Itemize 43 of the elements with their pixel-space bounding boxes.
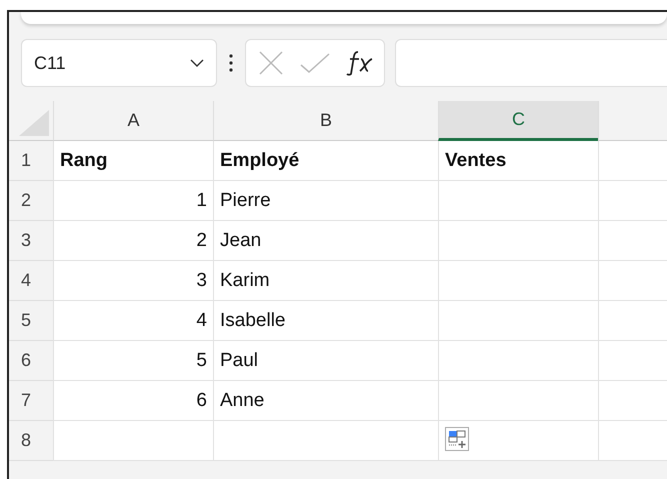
table-cell: 6: [53, 381, 213, 421]
row-header[interactable]: 7: [9, 381, 53, 421]
row-header[interactable]: 8: [9, 421, 53, 461]
check-icon[interactable]: [300, 53, 330, 73]
table-cell: Karim: [213, 261, 438, 301]
row-header[interactable]: 2: [9, 181, 53, 221]
table-cell: Employé: [213, 141, 438, 181]
column-header[interactable]: [598, 101, 667, 141]
row-header[interactable]: 1: [9, 141, 53, 181]
table-cell: 1: [53, 181, 213, 221]
formula-field[interactable]: [395, 39, 667, 87]
table-cell: Paul: [213, 341, 438, 381]
quick-analysis-icon[interactable]: [445, 427, 469, 451]
table-cell: Jean: [213, 221, 438, 261]
function-icon[interactable]: [346, 50, 374, 76]
column-header[interactable]: B: [213, 101, 438, 141]
table-cell: Anne: [213, 381, 438, 421]
row-header[interactable]: 6: [9, 341, 53, 381]
table-cell: [598, 381, 667, 421]
table-cell: Ventes: [438, 141, 598, 181]
more-options-icon[interactable]: [229, 54, 233, 72]
column-header[interactable]: A: [53, 101, 213, 141]
table-cell: 3: [53, 261, 213, 301]
table-cell: [598, 221, 667, 261]
cancel-icon[interactable]: [258, 50, 284, 76]
row-header[interactable]: 4: [9, 261, 53, 301]
row-header[interactable]: 3: [9, 221, 53, 261]
column-header[interactable]: C: [438, 101, 598, 141]
table-cell: [598, 301, 667, 341]
table-cell: [598, 261, 667, 301]
table-cell: 2: [53, 221, 213, 261]
table-cell: Pierre: [213, 181, 438, 221]
table-cell: [598, 141, 667, 181]
table-cell: [598, 181, 667, 221]
name-box[interactable]: C11: [21, 39, 217, 87]
table-cell: [598, 341, 667, 381]
table-cell: Rang: [53, 141, 213, 181]
table-cell: Isabelle: [213, 301, 438, 341]
select-all-corner[interactable]: [9, 101, 53, 141]
row-header[interactable]: 5: [9, 301, 53, 341]
chevron-down-icon[interactable]: [190, 59, 204, 67]
table-cell: 5: [53, 341, 213, 381]
table-cell: 4: [53, 301, 213, 341]
